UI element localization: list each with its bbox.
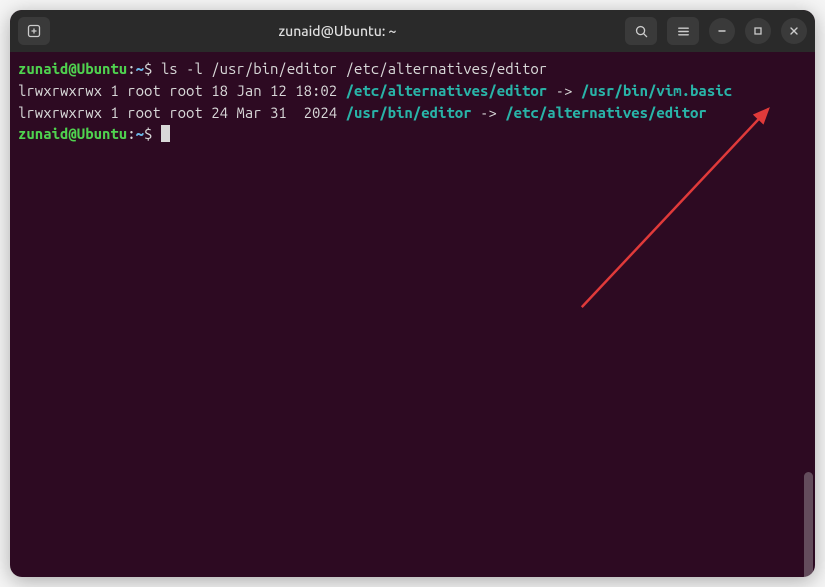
close-icon [788, 25, 800, 37]
prompt-user-host: zunaid@Ubuntu [18, 125, 127, 142]
symlink-arrow: -> [547, 82, 581, 99]
search-button[interactable] [625, 17, 657, 45]
symlink-target: /etc/alternatives/editor [505, 104, 707, 121]
output-line-1: lrwxrwxrwx 1 root root 18 Jan 12 18:02 /… [18, 80, 807, 102]
maximize-icon [752, 25, 764, 37]
minimize-button[interactable] [709, 18, 735, 44]
terminal-window: zunaid@Ubuntu: ~ [10, 10, 815, 577]
window-title: zunaid@Ubuntu: ~ [50, 23, 625, 39]
command-line-1: zunaid@Ubuntu:~$ ls -l /usr/bin/editor /… [18, 58, 807, 80]
ls-perms-meta: lrwxrwxrwx 1 root root 18 Jan 12 18:02 [18, 82, 346, 99]
titlebar-right [625, 17, 807, 45]
titlebar-left [18, 17, 50, 45]
symlink-target: /usr/bin/vim.basic [581, 82, 732, 99]
prompt-symbol: $ [144, 60, 152, 77]
terminal-cursor [161, 125, 170, 142]
prompt-path: ~ [136, 125, 144, 142]
prompt-separator: : [127, 60, 135, 77]
ls-perms-meta: lrwxrwxrwx 1 root root 24 Mar 31 2024 [18, 104, 346, 121]
menu-button[interactable] [667, 17, 699, 45]
close-button[interactable] [781, 18, 807, 44]
new-tab-icon [26, 23, 42, 39]
titlebar: zunaid@Ubuntu: ~ [10, 10, 815, 52]
scrollbar-thumb[interactable] [804, 472, 813, 577]
prompt-path: ~ [136, 60, 144, 77]
minimize-icon [716, 25, 728, 37]
search-icon [634, 24, 649, 39]
command-line-2: zunaid@Ubuntu:~$ [18, 123, 807, 145]
symlink-path: /usr/bin/editor [346, 104, 472, 121]
prompt-user-host: zunaid@Ubuntu [18, 60, 127, 77]
terminal-body[interactable]: zunaid@Ubuntu:~$ ls -l /usr/bin/editor /… [10, 52, 815, 577]
new-tab-button[interactable] [18, 17, 50, 45]
prompt-symbol: $ [144, 125, 152, 142]
symlink-arrow: -> [472, 104, 506, 121]
hamburger-menu-icon [676, 24, 691, 39]
maximize-button[interactable] [745, 18, 771, 44]
command-text: ls -l /usr/bin/editor /etc/alternatives/… [161, 60, 547, 77]
symlink-path: /etc/alternatives/editor [346, 82, 548, 99]
output-line-2: lrwxrwxrwx 1 root root 24 Mar 31 2024 /u… [18, 102, 807, 124]
prompt-separator: : [127, 125, 135, 142]
